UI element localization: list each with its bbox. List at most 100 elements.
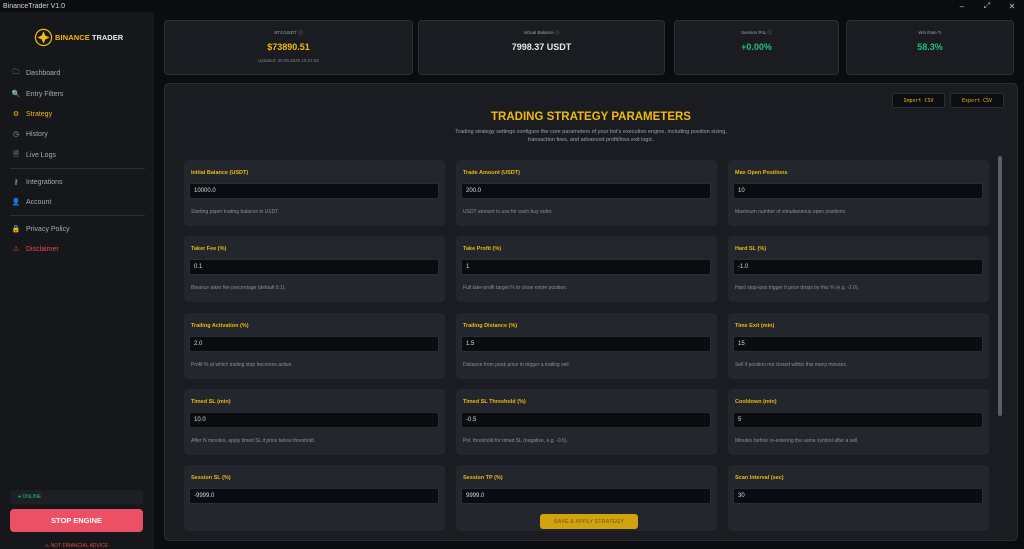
field-max-open-positions: Max Open Positions 10 Maximum number of … [728, 160, 989, 226]
user-icon: 👤 [11, 199, 21, 206]
take-profit-input[interactable]: 1 [461, 259, 711, 275]
field-help: Full take-profit target % to close entir… [463, 285, 568, 291]
field-timed-sl-threshold: Timed SL Threshold (%) -0.5 Pnl. thresho… [456, 389, 717, 455]
nav-privacy-policy[interactable]: 🔒 Privacy Policy [8, 221, 146, 237]
brand-name-trader: TRADER [91, 33, 124, 42]
taker-fee-input[interactable]: 0.1 [189, 259, 439, 275]
field-label: Taker Fee (%) [191, 246, 227, 252]
field-help: Minutes before re-entering the same symb… [735, 438, 859, 444]
stat-label: Virtual Balance ⓘ [419, 30, 664, 36]
cooldown-input[interactable]: 5 [733, 412, 983, 428]
brand-logo: BINANCE TRADER [34, 28, 123, 47]
session-tp-input[interactable]: 9999.0 [461, 488, 711, 504]
field-trailing-activation: Trailing Activation (%) 2.0 Profit % at … [184, 313, 445, 379]
trailing-activation-input[interactable]: 2.0 [189, 336, 439, 352]
nav-entry-filters[interactable]: 🔍 Entry Filters [8, 86, 146, 102]
nav-label: Integrations [26, 178, 63, 186]
stat-card-win-rate: Win Rate ↻ 58.3% [846, 20, 1014, 75]
folder-icon: 🗀 [12, 68, 20, 76]
nav-label: Disclaimer [26, 245, 59, 253]
field-help: Pnl. threshold for timed SL (negative, e… [463, 438, 568, 444]
field-initial-balance: Initial Balance (USDT) 10000.0 Starting … [184, 160, 445, 226]
field-label: Timed SL Threshold (%) [463, 399, 526, 405]
field-label: Trade Amount (USDT) [463, 170, 520, 176]
field-help: Profit % at which trailing stop becomes … [191, 362, 293, 368]
binance-logo-icon [34, 28, 53, 47]
field-cooldown: Cooldown (min) 5 Minutes before re-enter… [728, 389, 989, 455]
hard-sl-input[interactable]: -1.0 [733, 259, 983, 275]
field-label: Cooldown (min) [735, 399, 777, 405]
stat-label-text: Session PnL [741, 30, 767, 35]
clock-icon: ◷ [12, 131, 20, 138]
field-label: Max Open Positions [735, 170, 788, 176]
stat-value: $73890.51 [267, 42, 310, 52]
field-label: Scan Interval (sec) [735, 475, 784, 481]
nav-strategy[interactable]: ⚙ Strategy [8, 106, 146, 122]
log-icon: 🗎 [13, 150, 19, 158]
filter-icon: 🔍 [11, 91, 21, 98]
field-label: Time Exit (min) [735, 323, 775, 329]
field-help: Distance from peak price to trigger a tr… [463, 362, 570, 368]
trailing-distance-input[interactable]: 1.5 [461, 336, 711, 352]
field-label: Trailing Distance (%) [463, 323, 518, 329]
import-csv-button[interactable]: Import CSV [892, 93, 945, 108]
title-bar: BinanceTrader V1.0 – ⤢ ✕ [0, 0, 1024, 12]
page-title: TRADING STRATEGY PARAMETERS [491, 111, 691, 123]
stat-label-text: Virtual Balance [523, 30, 554, 35]
nav-label: Dashboard [26, 69, 61, 77]
export-csv-button[interactable]: Export CSV [950, 93, 1004, 108]
nav-account[interactable]: 👤 Account [8, 194, 146, 210]
trade-amount-input[interactable]: 200.0 [461, 183, 711, 199]
nav-label: Live Logs [26, 151, 56, 159]
field-trade-amount: Trade Amount (USDT) 200.0 USDT amount to… [456, 160, 717, 226]
field-label: Hard SL (%) [735, 246, 767, 252]
brand-name-binance: BINANCE [55, 33, 90, 42]
stat-label: BTC/USDT ⓘ [165, 30, 412, 36]
nav-divider [10, 215, 145, 216]
refresh-icon[interactable]: ↻ [938, 30, 942, 35]
stat-value: 7998.37 USDT [511, 42, 572, 52]
timed-sl-input[interactable]: 10.0 [189, 412, 439, 428]
page-description: Trading strategy settings configure the … [455, 129, 727, 143]
field-timed-sl: Timed SL (min) 10.0 After N minutes, app… [184, 389, 445, 455]
close-button[interactable]: ✕ [1000, 0, 1024, 12]
stat-label-text: Win Rate [918, 30, 937, 35]
stat-value: 58.3% [917, 42, 943, 52]
field-scan-interval: Scan Interval (sec) 30 [728, 465, 989, 531]
engine-status-badge: ● ONLINE [10, 490, 143, 504]
field-hard-sl: Hard SL (%) -1.0 Hard stop-loss trigger … [728, 236, 989, 302]
minimize-button[interactable]: – [950, 0, 974, 12]
nav-integrations[interactable]: ⚷ Integrations [8, 174, 146, 190]
scan-interval-input[interactable]: 30 [733, 488, 983, 504]
nav-dashboard[interactable]: 🗀 Dashboard [8, 65, 146, 81]
max-open-positions-input[interactable]: 10 [733, 183, 983, 199]
nav-label: Strategy [26, 110, 53, 118]
stat-label-text: BTC/USDT [274, 30, 297, 35]
session-sl-input[interactable]: -9999.0 [189, 488, 439, 504]
save-apply-strategy-button[interactable]: SAVE & APPLY STRATEGY [540, 514, 638, 529]
field-help: Starting paper trading balance in USDT. [191, 209, 280, 215]
field-taker-fee: Taker Fee (%) 0.1 Binance taker fee perc… [184, 236, 445, 302]
stat-label: Win Rate ↻ [847, 30, 1013, 36]
field-help: Hard stop-loss trigger if price drops by… [735, 285, 859, 291]
field-help: Binance taker fee percentage (default 0.… [191, 285, 286, 291]
stat-card-session-pnl: Session PnL ⓘ +0.00% [674, 20, 839, 75]
field-help: Sell if position not closed within this … [735, 362, 848, 368]
window-title: BinanceTrader V1.0 [3, 2, 65, 10]
timed-sl-threshold-input[interactable]: -0.5 [461, 412, 711, 428]
nav-disclaimer[interactable]: ⚠ Disclaimer [8, 241, 146, 257]
time-exit-input[interactable]: 15 [733, 336, 983, 352]
initial-balance-input[interactable]: 10000.0 [189, 183, 439, 199]
sidebar: BINANCE TRADER 🗀 Dashboard 🔍 Entry Filte… [0, 12, 154, 549]
field-label: Session TP (%) [463, 475, 503, 481]
maximize-button[interactable]: ⤢ [975, 0, 999, 12]
scrollbar-thumb[interactable] [998, 156, 1002, 416]
stop-engine-button[interactable]: STOP ENGINE [10, 509, 143, 532]
field-help: USDT amount to use for each buy order. [463, 209, 553, 215]
stat-updated: Updated: 30.05.2026 10:24:08 [258, 58, 319, 63]
nav-history[interactable]: ◷ History [8, 126, 146, 142]
nav-live-logs[interactable]: 🗎 Live Logs [8, 147, 146, 163]
nav-label: History [26, 130, 48, 138]
field-time-exit: Time Exit (min) 15 Sell if position not … [728, 313, 989, 379]
nav-label: Account [26, 198, 52, 206]
